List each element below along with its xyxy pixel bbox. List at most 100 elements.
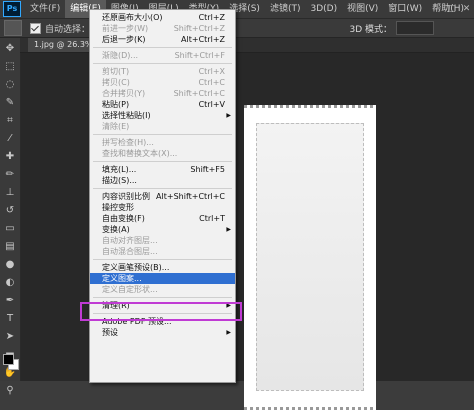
menu-6[interactable]: 滤镜(T) [265, 0, 306, 18]
window-controls: — □ ✕ [429, 0, 474, 18]
workspace-dropdown[interactable] [396, 21, 434, 35]
menu-item-shortcut: Alt+Ctrl+Z [181, 35, 225, 44]
menu-item-label: 选择性粘贴(I) [102, 111, 151, 120]
brush-tool-icon[interactable]: ✏ [3, 168, 17, 182]
menu-item-label: 自由变换(F) [102, 214, 145, 223]
menu-separator [93, 297, 232, 298]
blur-tool-icon[interactable]: ● [3, 258, 17, 272]
close-button[interactable]: ✕ [459, 0, 474, 18]
move-tool-icon[interactable]: ✥ [3, 42, 17, 56]
submenu-arrow-icon: ▶ [226, 329, 231, 336]
menu-item-label: 粘贴(P) [102, 100, 130, 109]
menu-item-label: 定义图案... [102, 274, 142, 283]
menu-item-label: 后退一步(K) [102, 35, 146, 44]
menu-0[interactable]: 文件(F) [25, 0, 65, 18]
options-right: 3D 模式： [345, 21, 434, 35]
menu-item-label: 自动混合图层... [102, 247, 158, 256]
menu-8[interactable]: 视图(V) [342, 0, 383, 18]
zoom-tool-icon[interactable]: ⚲ [3, 384, 17, 398]
menu-item-label: 合并拷贝(Y) [102, 89, 146, 98]
tools-panel: ✥ ⬚ ◌ ✎ ⌗ ⁄ ✚ ✏ ⊥ ↺ ▭ ▤ ● ◐ ✒ T ➤ ▬ ✋ ⚲ [0, 38, 21, 396]
menu-separator [93, 134, 232, 135]
menu-item-label: 查找和替换文本(X)... [102, 149, 178, 158]
edit-menu-item[interactable]: 定义画笔预设(B)... [90, 262, 235, 273]
menu-item-label: 还原画布大小(O) [102, 13, 163, 22]
submenu-arrow-icon: ▶ [226, 226, 231, 233]
edit-menu-item[interactable]: 前进一步(W) Shift+Ctrl+Z [90, 23, 235, 34]
menu-item-shortcut: Shift+Ctrl+Z [173, 24, 225, 33]
menu-item-label: 定义自定形状... [102, 285, 158, 294]
menu-separator [93, 63, 232, 64]
eyedropper-tool-icon[interactable]: ⁄ [3, 132, 17, 146]
edit-menu-item[interactable]: 粘贴(P) Ctrl+V [90, 99, 235, 110]
annotation-highlight-box [80, 302, 242, 321]
marquee-tool-icon[interactable]: ⬚ [3, 60, 17, 74]
3d-mode-label: 3D 模式： [349, 24, 392, 35]
canvas-border-top [244, 105, 376, 108]
clone-stamp-tool-icon[interactable]: ⊥ [3, 186, 17, 200]
quick-select-tool-icon[interactable]: ✎ [3, 96, 17, 110]
menu-item-label: 清除(E) [102, 122, 130, 131]
type-tool-icon[interactable]: T [3, 312, 17, 326]
edit-menu-item[interactable]: 自动对齐图层... [90, 235, 235, 246]
menu-separator [93, 259, 232, 260]
document-canvas[interactable] [244, 105, 376, 410]
gradient-tool-icon[interactable]: ▤ [3, 240, 17, 254]
minimize-button[interactable]: — [429, 0, 444, 18]
menu-item-label: 操控变形 [102, 203, 134, 212]
menu-item-shortcut: Shift+F5 [190, 165, 225, 174]
edit-menu-item[interactable]: 描边(S)... [90, 175, 235, 186]
menu-item-shortcut: Shift+Ctrl+C [173, 89, 225, 98]
menu-7[interactable]: 3D(D) [305, 0, 342, 18]
menu-item-label: 描边(S)... [102, 176, 137, 185]
menu-item-shortcut: Ctrl+C [198, 78, 225, 87]
menu-item-label: 预设 [102, 328, 118, 337]
edit-menu-item[interactable]: 拷贝(C) Ctrl+C [90, 77, 235, 88]
edit-menu-item[interactable]: 还原画布大小(O) Ctrl+Z [90, 12, 235, 23]
auto-select-checkbox[interactable] [30, 22, 41, 34]
auto-select-label: 自动选择： [45, 24, 91, 35]
history-brush-tool-icon[interactable]: ↺ [3, 204, 17, 218]
menu-item-label: 自动对齐图层... [102, 236, 158, 245]
menu-separator [93, 47, 232, 48]
menu-item-shortcut: Ctrl+V [198, 100, 225, 109]
edit-menu-item[interactable]: 剪切(T) Ctrl+X [90, 66, 235, 77]
edit-menu-item[interactable]: 内容识别比例 Alt+Shift+Ctrl+C [90, 191, 235, 202]
menu-item-shortcut: Ctrl+T [199, 214, 225, 223]
menu-item-label: 内容识别比例 [102, 192, 150, 201]
menu-9[interactable]: 窗口(W) [383, 0, 427, 18]
edit-menu-item[interactable]: 定义自定形状... [90, 284, 235, 295]
edit-menu-item[interactable]: 定义图案... [90, 273, 235, 284]
edit-menu-item[interactable]: 自动混合图层... [90, 246, 235, 257]
edit-menu-item[interactable]: 自由变换(F) Ctrl+T [90, 213, 235, 224]
edit-menu-item[interactable]: 清除(E) [90, 121, 235, 132]
pen-tool-icon[interactable]: ✒ [3, 294, 17, 308]
edit-menu-item[interactable]: 拼写检查(H)... [90, 137, 235, 148]
edit-menu-item[interactable]: 操控变形 [90, 202, 235, 213]
tool-preset-picker[interactable] [4, 20, 22, 36]
foreground-color-swatch[interactable] [3, 354, 14, 365]
maximize-button[interactable]: □ [444, 0, 459, 18]
crop-tool-icon[interactable]: ⌗ [3, 114, 17, 128]
menu-item-label: 渐隐(D)... [102, 51, 139, 60]
menu-item-shortcut: Ctrl+Z [198, 13, 225, 22]
edit-menu-item[interactable]: 选择性粘贴(I) ▶ [90, 110, 235, 121]
path-select-tool-icon[interactable]: ➤ [3, 330, 17, 344]
healing-brush-tool-icon[interactable]: ✚ [3, 150, 17, 164]
menu-item-shortcut: Alt+Shift+Ctrl+C [156, 192, 225, 201]
menu-separator [93, 188, 232, 189]
edit-menu-item[interactable]: 合并拷贝(Y) Shift+Ctrl+C [90, 88, 235, 99]
photoshop-logo: Ps [3, 1, 21, 17]
edit-menu-item[interactable]: 变换(A) ▶ [90, 224, 235, 235]
menu-item-label: 定义画笔预设(B)... [102, 263, 170, 272]
edit-menu-item[interactable]: 后退一步(K) Alt+Ctrl+Z [90, 34, 235, 45]
eraser-tool-icon[interactable]: ▭ [3, 222, 17, 236]
portrait-image [256, 123, 364, 391]
edit-menu-item[interactable]: 预设 ▶ [90, 327, 235, 338]
dodge-tool-icon[interactable]: ◐ [3, 276, 17, 290]
edit-menu-item[interactable]: 渐隐(D)... Shift+Ctrl+F [90, 50, 235, 61]
menu-bar: Ps 文件(F)编辑(E)图像(I)图层(L)类型(Y)选择(S)滤镜(T)3D… [0, 0, 474, 19]
edit-menu-item[interactable]: 查找和替换文本(X)... [90, 148, 235, 159]
lasso-tool-icon[interactable]: ◌ [3, 78, 17, 92]
edit-menu-item[interactable]: 填充(L)... Shift+F5 [90, 164, 235, 175]
